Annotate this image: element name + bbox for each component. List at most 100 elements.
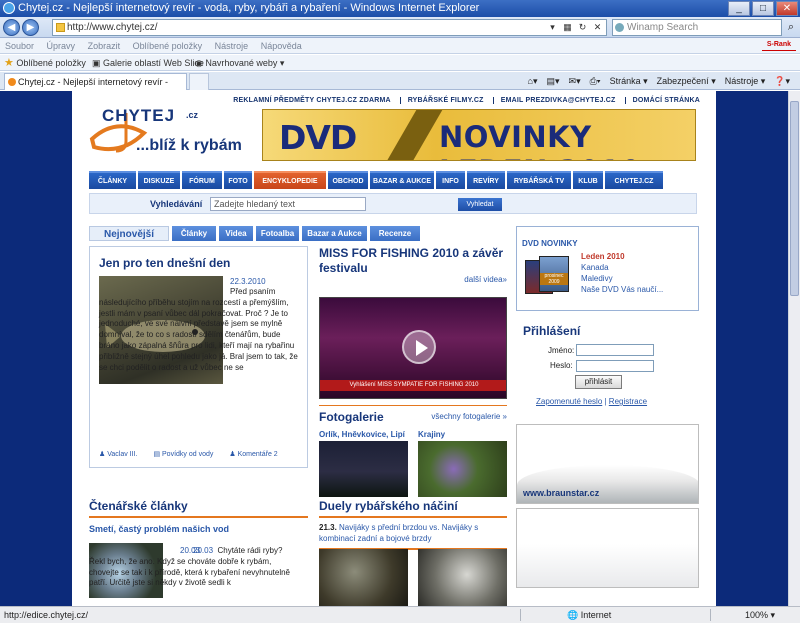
menu-view[interactable]: Zobrazit xyxy=(83,38,126,54)
article-author[interactable]: ♟ Vaclav III. xyxy=(99,450,137,458)
safety-menu[interactable]: Zabezpečení ▾ xyxy=(657,73,716,89)
address-toolbar: ◀ ▶ http://www.chytej.cz/ ▾ ▦ ↻ ✕ Winamp… xyxy=(0,17,800,38)
zoom-level[interactable]: 100% ▾ xyxy=(745,607,775,623)
tab-recenze[interactable]: Recenze xyxy=(370,226,420,241)
password-field[interactable] xyxy=(576,360,654,372)
close-window-button[interactable]: ✕ xyxy=(776,1,798,16)
nav-foto[interactable]: FOTO xyxy=(224,171,252,189)
nav-info[interactable]: INFO xyxy=(436,171,465,189)
dvd-news-title[interactable]: DVD NOVINKY xyxy=(522,239,578,248)
home-icon[interactable]: ⌂▾ xyxy=(528,73,538,89)
back-button[interactable]: ◀ xyxy=(3,19,20,36)
nav-chytej[interactable]: CHYTEJ.CZ xyxy=(605,171,663,189)
security-zone[interactable]: 🌐 Internet xyxy=(567,607,611,623)
braunstar-ad[interactable]: www.braunstar.cz xyxy=(516,424,699,504)
video-thumbnail[interactable]: Vyhlášení MISS SYMPATIE FOR FISHING 2010 xyxy=(319,297,507,399)
dvd-news-list: Leden 2010 Kanada Maledivy Naše DVD Vás … xyxy=(581,251,663,295)
menu-help[interactable]: Nápověda xyxy=(256,38,307,54)
dvd-covers[interactable]: prosinec 2009 xyxy=(525,252,573,300)
tab-clanky[interactable]: Články xyxy=(172,226,216,241)
ad-banner[interactable] xyxy=(516,508,699,588)
video-title[interactable]: MISS FOR FISHING 2010 a závěr festivalu xyxy=(319,246,507,276)
new-tab-button[interactable] xyxy=(189,73,209,90)
article-comments[interactable]: ♟ Komentáře 2 xyxy=(229,450,277,458)
dvd-line-maledivy[interactable]: Maledivy xyxy=(581,273,663,284)
menu-file[interactable]: Soubor xyxy=(0,38,39,54)
maximize-button[interactable]: □ xyxy=(752,1,774,16)
tab-fotoalba[interactable]: Fotoalba xyxy=(256,226,299,241)
article-category[interactable]: ▤ Povídky od vody xyxy=(153,450,213,458)
dvd-line-naucite[interactable]: Naše DVD Vás naučí... xyxy=(581,284,663,295)
help-icon[interactable]: ❓▾ xyxy=(774,73,790,89)
gallery-item-krajiny[interactable]: Krajiny xyxy=(418,430,445,439)
reader-title[interactable]: Čtenářské články xyxy=(89,499,308,513)
gallery-thumb-krajiny[interactable] xyxy=(418,441,507,497)
site-search-input[interactable]: Zadejte hledaný text xyxy=(210,197,366,211)
nav-rybarska-tv[interactable]: RYBÁŘSKÁ TV xyxy=(507,171,571,189)
address-bar[interactable]: http://www.chytej.cz/ ▾ ▦ ↻ ✕ xyxy=(52,19,607,36)
nav-clanky[interactable]: ČLÁNKY xyxy=(89,171,136,189)
dropdown-icon[interactable]: ▾ xyxy=(546,21,559,34)
register-link[interactable]: Registrace xyxy=(609,397,647,406)
reel-image-rear[interactable] xyxy=(418,549,507,606)
tab-videa[interactable]: Videa xyxy=(219,226,253,241)
scrollbar-thumb[interactable] xyxy=(790,101,799,296)
dvd-banner[interactable]: DVD NOVINKY LEDEN 2010 xyxy=(262,109,696,161)
compat-view-icon[interactable]: ▦ xyxy=(561,21,574,34)
gallery-item-orlik[interactable]: Orlík, Hněvkovice, Lipí xyxy=(319,430,405,439)
print-icon[interactable]: ⎙▾ xyxy=(590,73,601,89)
nav-bazar[interactable]: BAZAR & AUKCE xyxy=(370,171,434,189)
mail-icon[interactable]: ✉▾ xyxy=(569,73,581,89)
logo-tld: .cz xyxy=(186,110,199,120)
all-galleries-link[interactable]: všechny fotogalerie » xyxy=(431,412,507,421)
top-link-email[interactable]: EMAIL PREZDIVKA@CHYTEJ.CZ xyxy=(492,97,616,104)
forgot-password-link[interactable]: Zapomenuté heslo xyxy=(536,397,602,406)
refresh-icon[interactable]: ↻ xyxy=(576,21,589,34)
web-slice-gallery-link[interactable]: ▣ Galerie oblastí Web Slice xyxy=(92,55,204,71)
reader-article-title[interactable]: Smetí, častý problém našich vod xyxy=(89,524,308,534)
menu-tools[interactable]: Nástroje xyxy=(210,38,254,54)
tools-menu[interactable]: Nástroje ▾ xyxy=(725,73,766,89)
menu-bar: Soubor Úpravy Zobrazit Oblíbené položky … xyxy=(0,38,800,54)
duels-title[interactable]: Duely rybářského náčiní xyxy=(319,499,507,513)
article-title[interactable]: Jen pro ten dnešní den xyxy=(99,256,230,270)
nav-diskuze[interactable]: DISKUZE xyxy=(138,171,180,189)
username-field[interactable] xyxy=(576,344,654,356)
srank-badge[interactable]: S-Rank xyxy=(761,40,796,51)
content-tabs: Nejnovější Články Videa Fotoalba Bazar a… xyxy=(89,226,435,241)
reel-image-front[interactable] xyxy=(319,549,408,606)
page-menu[interactable]: Stránka ▾ xyxy=(610,73,648,89)
nav-obchod[interactable]: OBCHOD xyxy=(328,171,368,189)
play-icon[interactable] xyxy=(402,330,436,364)
nav-klub[interactable]: KLUB xyxy=(573,171,603,189)
feeds-icon[interactable]: ▤▾ xyxy=(547,73,560,89)
star-icon: ★ xyxy=(4,57,14,69)
stop-icon[interactable]: ✕ xyxy=(591,21,604,34)
menu-favorites[interactable]: Oblíbené položky xyxy=(128,38,208,54)
login-button[interactable]: přihlásit xyxy=(575,375,622,389)
top-link-promo[interactable]: REKLAMNÍ PŘEDMĚTY CHYTEJ.CZ ZDARMA xyxy=(226,97,390,104)
dvd-line-kanada[interactable]: Kanada xyxy=(581,262,663,273)
tab-bazar[interactable]: Bazar a Aukce xyxy=(302,226,367,241)
more-videos-link[interactable]: další videa» xyxy=(464,275,507,284)
browser-tab[interactable]: Chytej.cz - Nejlepší internetový revír -… xyxy=(4,73,187,103)
search-input[interactable]: Winamp Search xyxy=(612,19,782,36)
search-icon[interactable]: ⌕ xyxy=(784,20,798,34)
nav-encyklopedie[interactable]: ENCYKLOPEDIE xyxy=(254,171,326,189)
forward-button[interactable]: ▶ xyxy=(22,19,39,36)
suggested-sites-link[interactable]: ◉ Navrhované weby ▾ xyxy=(195,55,284,71)
tab-nejnovejsi[interactable]: Nejnovější xyxy=(89,226,169,241)
gallery-thumb-orlik[interactable] xyxy=(319,441,408,497)
duel-item[interactable]: 21.3. Navijáky s přední brzdou vs. Navij… xyxy=(319,523,507,544)
vertical-scrollbar[interactable] xyxy=(788,91,800,606)
menu-edit[interactable]: Úpravy xyxy=(42,38,81,54)
dvd-line-leden[interactable]: Leden 2010 xyxy=(581,251,663,262)
nav-forum[interactable]: FÓRUM xyxy=(182,171,222,189)
site-logo[interactable]: CHYTEJ .cz ...blíž k rybám xyxy=(82,105,252,165)
top-link-films[interactable]: RYBÁŘSKÉ FILMY.CZ xyxy=(399,97,484,104)
top-link-home[interactable]: DOMÁCÍ STRÁNKA xyxy=(624,97,700,104)
nav-reviry[interactable]: REVÍRY xyxy=(467,171,505,189)
minimize-button[interactable]: _ xyxy=(728,1,750,16)
site-search-button[interactable]: Vyhledat xyxy=(458,198,502,211)
favorites-button[interactable]: ★ Oblíbené položky xyxy=(4,55,86,71)
